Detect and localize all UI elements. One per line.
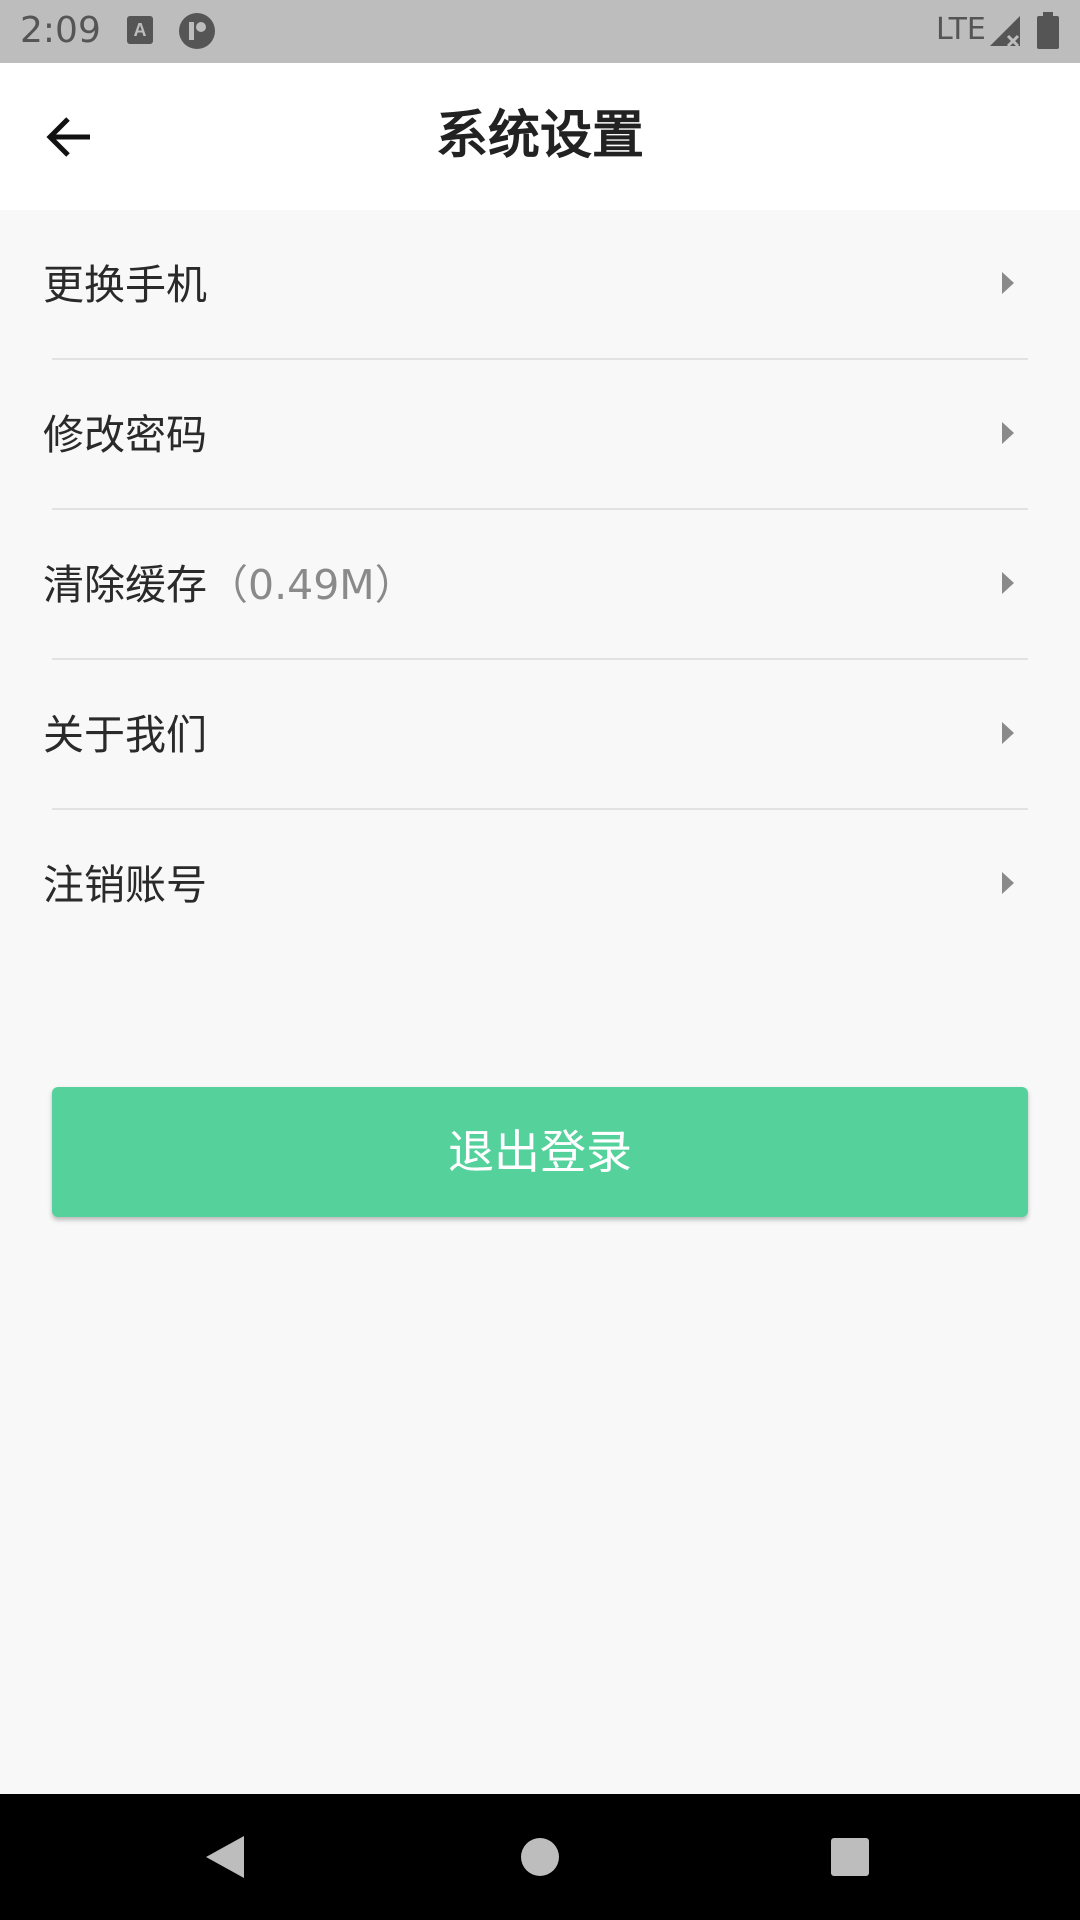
menu-item-label: 修改密码 [43,411,207,459]
back-button[interactable] [36,105,100,169]
menu-item-label: 清除缓存（0.49M） [43,561,416,609]
svg-text:A: A [134,20,147,40]
menu-item-delete-account[interactable]: 注销账号 [0,810,1080,960]
menu-item-change-password[interactable]: 修改密码 [0,360,1080,510]
menu-item-clear-cache[interactable]: 清除缓存（0.49M） [0,510,1080,660]
menu-item-change-phone[interactable]: 更换手机 [0,210,1080,360]
menu-item-label: 更换手机 [43,261,207,309]
menu-item-label: 注销账号 [43,861,207,909]
status-bar: 2:09 A LTE [0,0,1080,63]
nav-back-icon[interactable] [204,1834,246,1880]
status-time: 2:09 [20,10,101,51]
chevron-right-icon [1002,872,1014,894]
nav-home-icon[interactable] [520,1837,560,1877]
chevron-right-icon [1002,422,1014,444]
chevron-right-icon [1002,272,1014,294]
battery-icon [1036,12,1060,50]
a-notification-icon: A [126,15,154,45]
navigation-bar [0,1794,1080,1920]
chevron-right-icon [1002,722,1014,744]
cache-size: （0.49M） [207,561,416,609]
arrow-left-icon [46,117,90,157]
nav-recents-icon[interactable] [830,1837,870,1877]
p-notification-icon [178,12,216,50]
menu-item-about-us[interactable]: 关于我们 [0,660,1080,810]
logout-button[interactable]: 退出登录 [52,1087,1028,1217]
chevron-right-icon [1002,572,1014,594]
app-bar: 系统设置 [0,63,1080,210]
settings-menu: 更换手机 修改密码 清除缓存（0.49M） 关于我们 注销账号 [0,210,1080,960]
page-title: 系统设置 [435,106,644,166]
menu-item-label: 关于我们 [43,711,207,759]
signal-icon [988,14,1022,48]
network-type: LTE [936,12,986,47]
